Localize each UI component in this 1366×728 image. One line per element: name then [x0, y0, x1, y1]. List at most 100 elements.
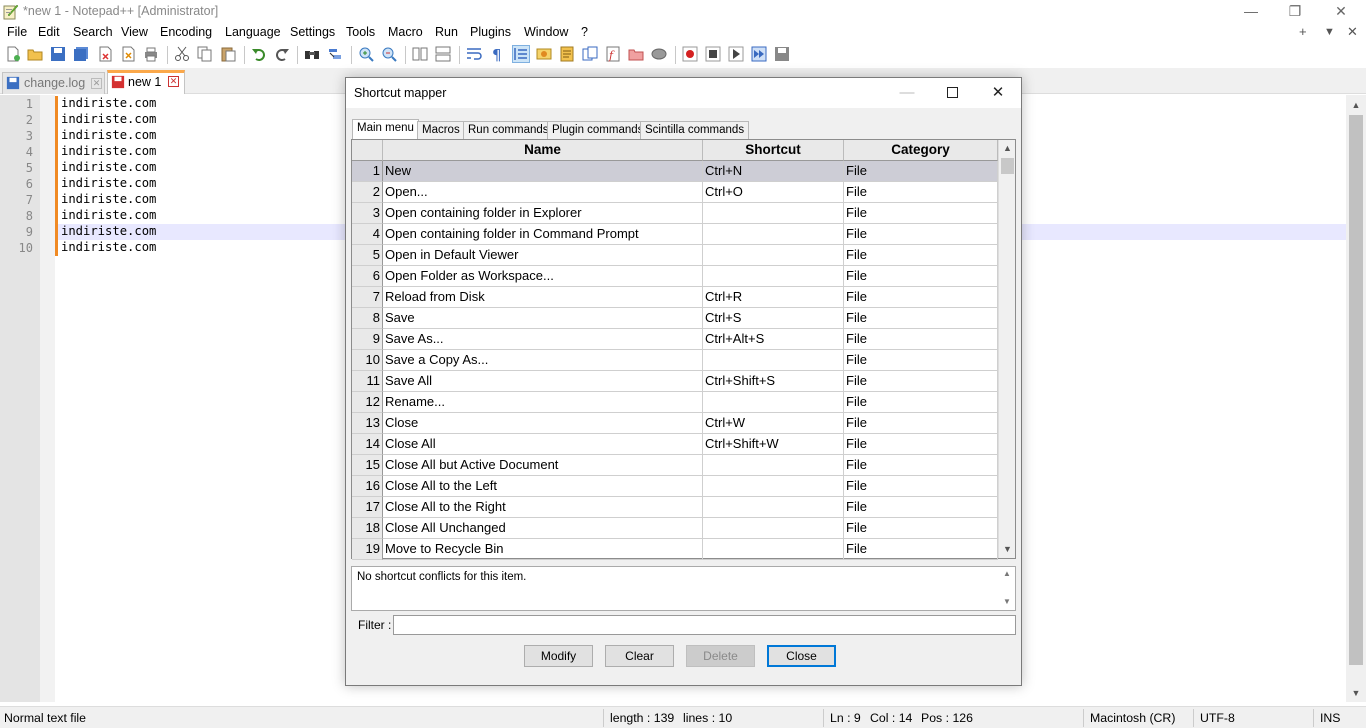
- shortcut-cell[interactable]: Ctrl+Alt+S: [703, 329, 844, 350]
- shortcut-cell[interactable]: Ctrl+W: [703, 413, 844, 434]
- code-line[interactable]: indiriste.com: [61, 240, 156, 254]
- close-tab-icon[interactable]: ✕: [168, 76, 179, 87]
- shortcut-cell[interactable]: [703, 392, 844, 413]
- table-row[interactable]: 19 Move to Recycle Bin File: [352, 539, 998, 560]
- code-line[interactable]: indiriste.com: [61, 224, 156, 238]
- indent-guide-icon[interactable]: [512, 45, 530, 63]
- category-cell[interactable]: File: [844, 266, 998, 287]
- table-row[interactable]: 4 Open containing folder in Command Promp…: [352, 224, 998, 245]
- close-tab-icon[interactable]: ✕: [91, 78, 102, 89]
- command-name-cell[interactable]: Open in Default Viewer: [383, 245, 703, 266]
- command-name-cell[interactable]: Reload from Disk: [383, 287, 703, 308]
- menu-encoding[interactable]: Encoding: [160, 25, 212, 39]
- grid-vertical-scrollbar[interactable]: ▲ ▼: [998, 140, 1015, 558]
- shortcut-cell[interactable]: [703, 476, 844, 497]
- save-macro-icon[interactable]: [774, 46, 790, 62]
- category-cell[interactable]: File: [844, 287, 998, 308]
- category-cell[interactable]: File: [844, 497, 998, 518]
- document-map-icon[interactable]: [559, 46, 575, 62]
- command-name-cell[interactable]: Save All: [383, 371, 703, 392]
- table-row[interactable]: 10 Save a Copy As... File: [352, 350, 998, 371]
- table-row[interactable]: 15 Close All but Active Document File: [352, 455, 998, 476]
- table-row[interactable]: 5 Open in Default Viewer File: [352, 245, 998, 266]
- shortcut-cell[interactable]: Ctrl+Shift+S: [703, 371, 844, 392]
- menu-help[interactable]: ?: [581, 25, 588, 39]
- category-cell[interactable]: File: [844, 476, 998, 497]
- table-row[interactable]: 17 Close All to the Right File: [352, 497, 998, 518]
- restore-button[interactable]: ❐: [1272, 0, 1318, 24]
- code-line[interactable]: indiriste.com: [61, 176, 156, 190]
- shortcut-cell[interactable]: [703, 203, 844, 224]
- scroll-up-arrow-icon[interactable]: ▲: [1000, 569, 1014, 583]
- code-line[interactable]: indiriste.com: [61, 128, 156, 142]
- print-icon[interactable]: [143, 46, 159, 62]
- code-line[interactable]: indiriste.com: [61, 192, 156, 206]
- category-cell[interactable]: File: [844, 308, 998, 329]
- sync-horizontal-scroll-icon[interactable]: [435, 46, 451, 62]
- function-list-icon[interactable]: f: [605, 46, 621, 62]
- shortcut-cell[interactable]: [703, 497, 844, 518]
- table-row[interactable]: 13 Close Ctrl+W File: [352, 413, 998, 434]
- command-name-cell[interactable]: Close All: [383, 434, 703, 455]
- monitoring-icon[interactable]: [651, 46, 667, 62]
- status-eol-format[interactable]: Macintosh (CR): [1090, 711, 1175, 725]
- run-macro-multiple-times-icon[interactable]: [751, 46, 767, 62]
- modify-button[interactable]: Modify: [524, 645, 593, 667]
- filter-input[interactable]: [393, 615, 1016, 635]
- command-name-cell[interactable]: Move to Recycle Bin: [383, 539, 703, 560]
- tab-macros[interactable]: Macros: [417, 121, 465, 139]
- category-cell[interactable]: File: [844, 161, 998, 182]
- new-file-icon[interactable]: [5, 46, 21, 62]
- command-name-cell[interactable]: New: [383, 161, 703, 182]
- close-file-icon[interactable]: [97, 46, 113, 62]
- table-row[interactable]: 14 Close All Ctrl+Shift+W File: [352, 434, 998, 455]
- command-name-cell[interactable]: Open containing folder in Command Prompt: [383, 224, 703, 245]
- tab-run-commands[interactable]: Run commands: [463, 121, 554, 139]
- tab-change-log[interactable]: change.log ✕: [2, 72, 105, 94]
- category-cell[interactable]: File: [844, 224, 998, 245]
- table-row[interactable]: 11 Save All Ctrl+Shift+S File: [352, 371, 998, 392]
- table-row[interactable]: 12 Rename... File: [352, 392, 998, 413]
- code-line[interactable]: indiriste.com: [61, 96, 156, 110]
- status-insert-mode[interactable]: INS: [1320, 711, 1341, 725]
- code-line[interactable]: indiriste.com: [61, 144, 156, 158]
- close-all-icon[interactable]: [120, 46, 136, 62]
- close-window-button[interactable]: ✕: [1318, 0, 1364, 24]
- table-row[interactable]: 1 New Ctrl+N File: [352, 161, 998, 182]
- sync-vertical-scroll-icon[interactable]: [412, 46, 428, 62]
- minimize-button[interactable]: —: [1228, 0, 1274, 24]
- category-cell[interactable]: File: [844, 245, 998, 266]
- table-row[interactable]: 2 Open... Ctrl+O File: [352, 182, 998, 203]
- shortcut-cell[interactable]: [703, 518, 844, 539]
- table-row[interactable]: 3 Open containing folder in Explorer File: [352, 203, 998, 224]
- document-list-icon[interactable]: [582, 46, 598, 62]
- column-header-category[interactable]: Category: [844, 140, 998, 161]
- menu-run[interactable]: Run: [435, 25, 458, 39]
- command-name-cell[interactable]: Open...: [383, 182, 703, 203]
- menu-view[interactable]: View: [121, 25, 148, 39]
- command-name-cell[interactable]: Close: [383, 413, 703, 434]
- shortcut-cell[interactable]: Ctrl+R: [703, 287, 844, 308]
- category-cell[interactable]: File: [844, 413, 998, 434]
- find-icon[interactable]: [304, 46, 320, 62]
- category-cell[interactable]: File: [844, 203, 998, 224]
- code-line[interactable]: indiriste.com: [61, 208, 156, 222]
- user-defined-language-icon[interactable]: [536, 46, 552, 62]
- command-name-cell[interactable]: Save a Copy As...: [383, 350, 703, 371]
- save-icon[interactable]: [50, 46, 66, 62]
- close-document-icon[interactable]: ✕: [1347, 24, 1358, 40]
- new-tab-plus-icon[interactable]: +: [1299, 24, 1307, 39]
- shortcut-cell[interactable]: Ctrl+O: [703, 182, 844, 203]
- shortcut-cell[interactable]: [703, 539, 844, 560]
- tab-scintilla-commands[interactable]: Scintilla commands: [640, 121, 750, 139]
- menu-search[interactable]: Search: [73, 25, 113, 39]
- close-button[interactable]: Close: [767, 645, 836, 667]
- menu-file[interactable]: File: [7, 25, 27, 39]
- menu-plugins[interactable]: Plugins: [470, 25, 511, 39]
- table-row[interactable]: 16 Close All to the Left File: [352, 476, 998, 497]
- record-macro-icon[interactable]: [682, 46, 698, 62]
- category-cell[interactable]: File: [844, 392, 998, 413]
- shortcut-grid[interactable]: Name Shortcut Category 1 New Ctrl+N File 2 Op…: [351, 139, 1016, 560]
- editor-vertical-scrollbar[interactable]: ▲ ▼: [1346, 95, 1366, 702]
- menu-edit[interactable]: Edit: [38, 25, 60, 39]
